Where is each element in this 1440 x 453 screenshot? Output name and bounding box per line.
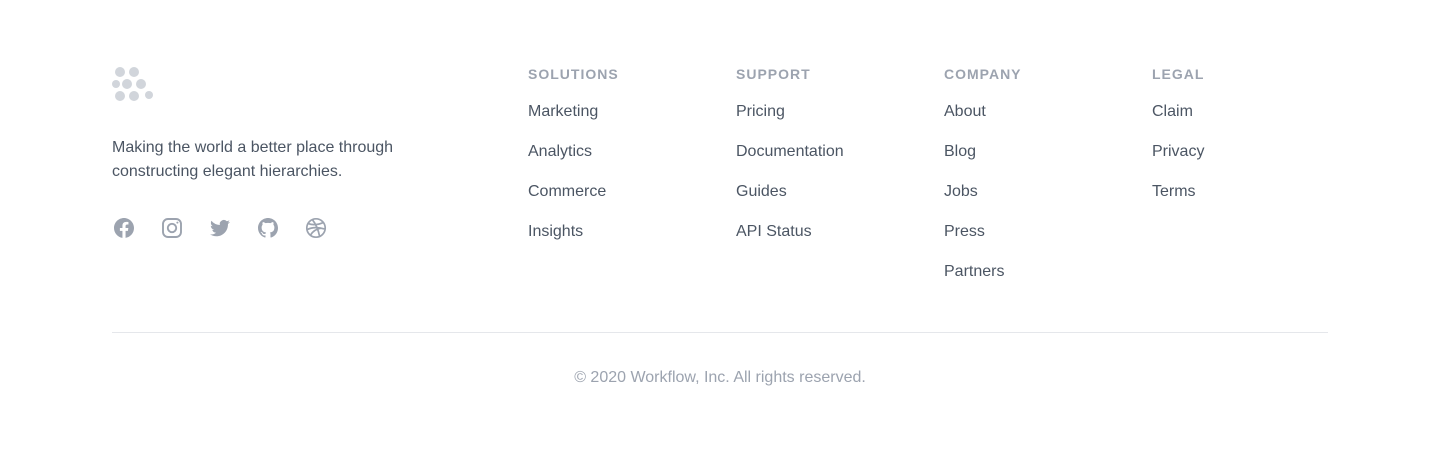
facebook-link[interactable] bbox=[112, 216, 136, 240]
support-heading: SUPPORT bbox=[736, 66, 811, 82]
legal-heading: LEGAL bbox=[1152, 66, 1205, 82]
twitter-icon bbox=[210, 219, 230, 237]
facebook-icon bbox=[114, 218, 134, 238]
footer-column-support: SUPPORT Pricing Documentation Guides API… bbox=[736, 64, 936, 244]
footer-link-privacy[interactable]: Privacy bbox=[1152, 140, 1204, 164]
github-icon bbox=[258, 218, 278, 238]
footer-link-jobs[interactable]: Jobs bbox=[944, 180, 978, 204]
twitter-link[interactable] bbox=[208, 216, 232, 240]
footer-link-analytics[interactable]: Analytics bbox=[528, 140, 592, 164]
github-link[interactable] bbox=[256, 216, 280, 240]
footer-link-marketing[interactable]: Marketing bbox=[528, 100, 598, 124]
footer-link-press[interactable]: Press bbox=[944, 220, 985, 244]
solutions-heading: SOLUTIONS bbox=[528, 66, 619, 82]
footer-column-solutions: SOLUTIONS Marketing Analytics Commerce I… bbox=[528, 64, 728, 244]
copyright-text: © 2020 Workflow, Inc. All rights reserve… bbox=[574, 369, 866, 386]
footer-tagline: Making the world a better place through … bbox=[112, 139, 394, 180]
footer-link-about[interactable]: About bbox=[944, 100, 986, 124]
instagram-icon bbox=[162, 218, 182, 238]
site-footer: Making the world a better place through … bbox=[0, 0, 1440, 453]
footer-divider bbox=[112, 332, 1328, 333]
footer-link-commerce[interactable]: Commerce bbox=[528, 180, 606, 204]
footer-link-guides[interactable]: Guides bbox=[736, 180, 787, 204]
footer-link-pricing[interactable]: Pricing bbox=[736, 100, 785, 124]
footer-link-partners[interactable]: Partners bbox=[944, 260, 1004, 284]
footer-link-documentation[interactable]: Documentation bbox=[736, 140, 844, 164]
instagram-link[interactable] bbox=[160, 216, 184, 240]
social-links bbox=[112, 216, 328, 240]
footer-column-legal: LEGAL Claim Privacy Terms bbox=[1152, 64, 1352, 204]
footer-column-company: COMPANY About Blog Jobs Press Partners bbox=[944, 64, 1144, 284]
dribbble-icon bbox=[305, 217, 327, 239]
footer-link-api-status[interactable]: API Status bbox=[736, 220, 812, 244]
footer-link-terms[interactable]: Terms bbox=[1152, 180, 1196, 204]
footer-link-blog[interactable]: Blog bbox=[944, 140, 976, 164]
workflow-logo-icon bbox=[112, 64, 156, 104]
footer-link-insights[interactable]: Insights bbox=[528, 220, 583, 244]
company-heading: COMPANY bbox=[944, 66, 1022, 82]
footer-link-claim[interactable]: Claim bbox=[1152, 100, 1193, 124]
dribbble-link[interactable] bbox=[304, 216, 328, 240]
